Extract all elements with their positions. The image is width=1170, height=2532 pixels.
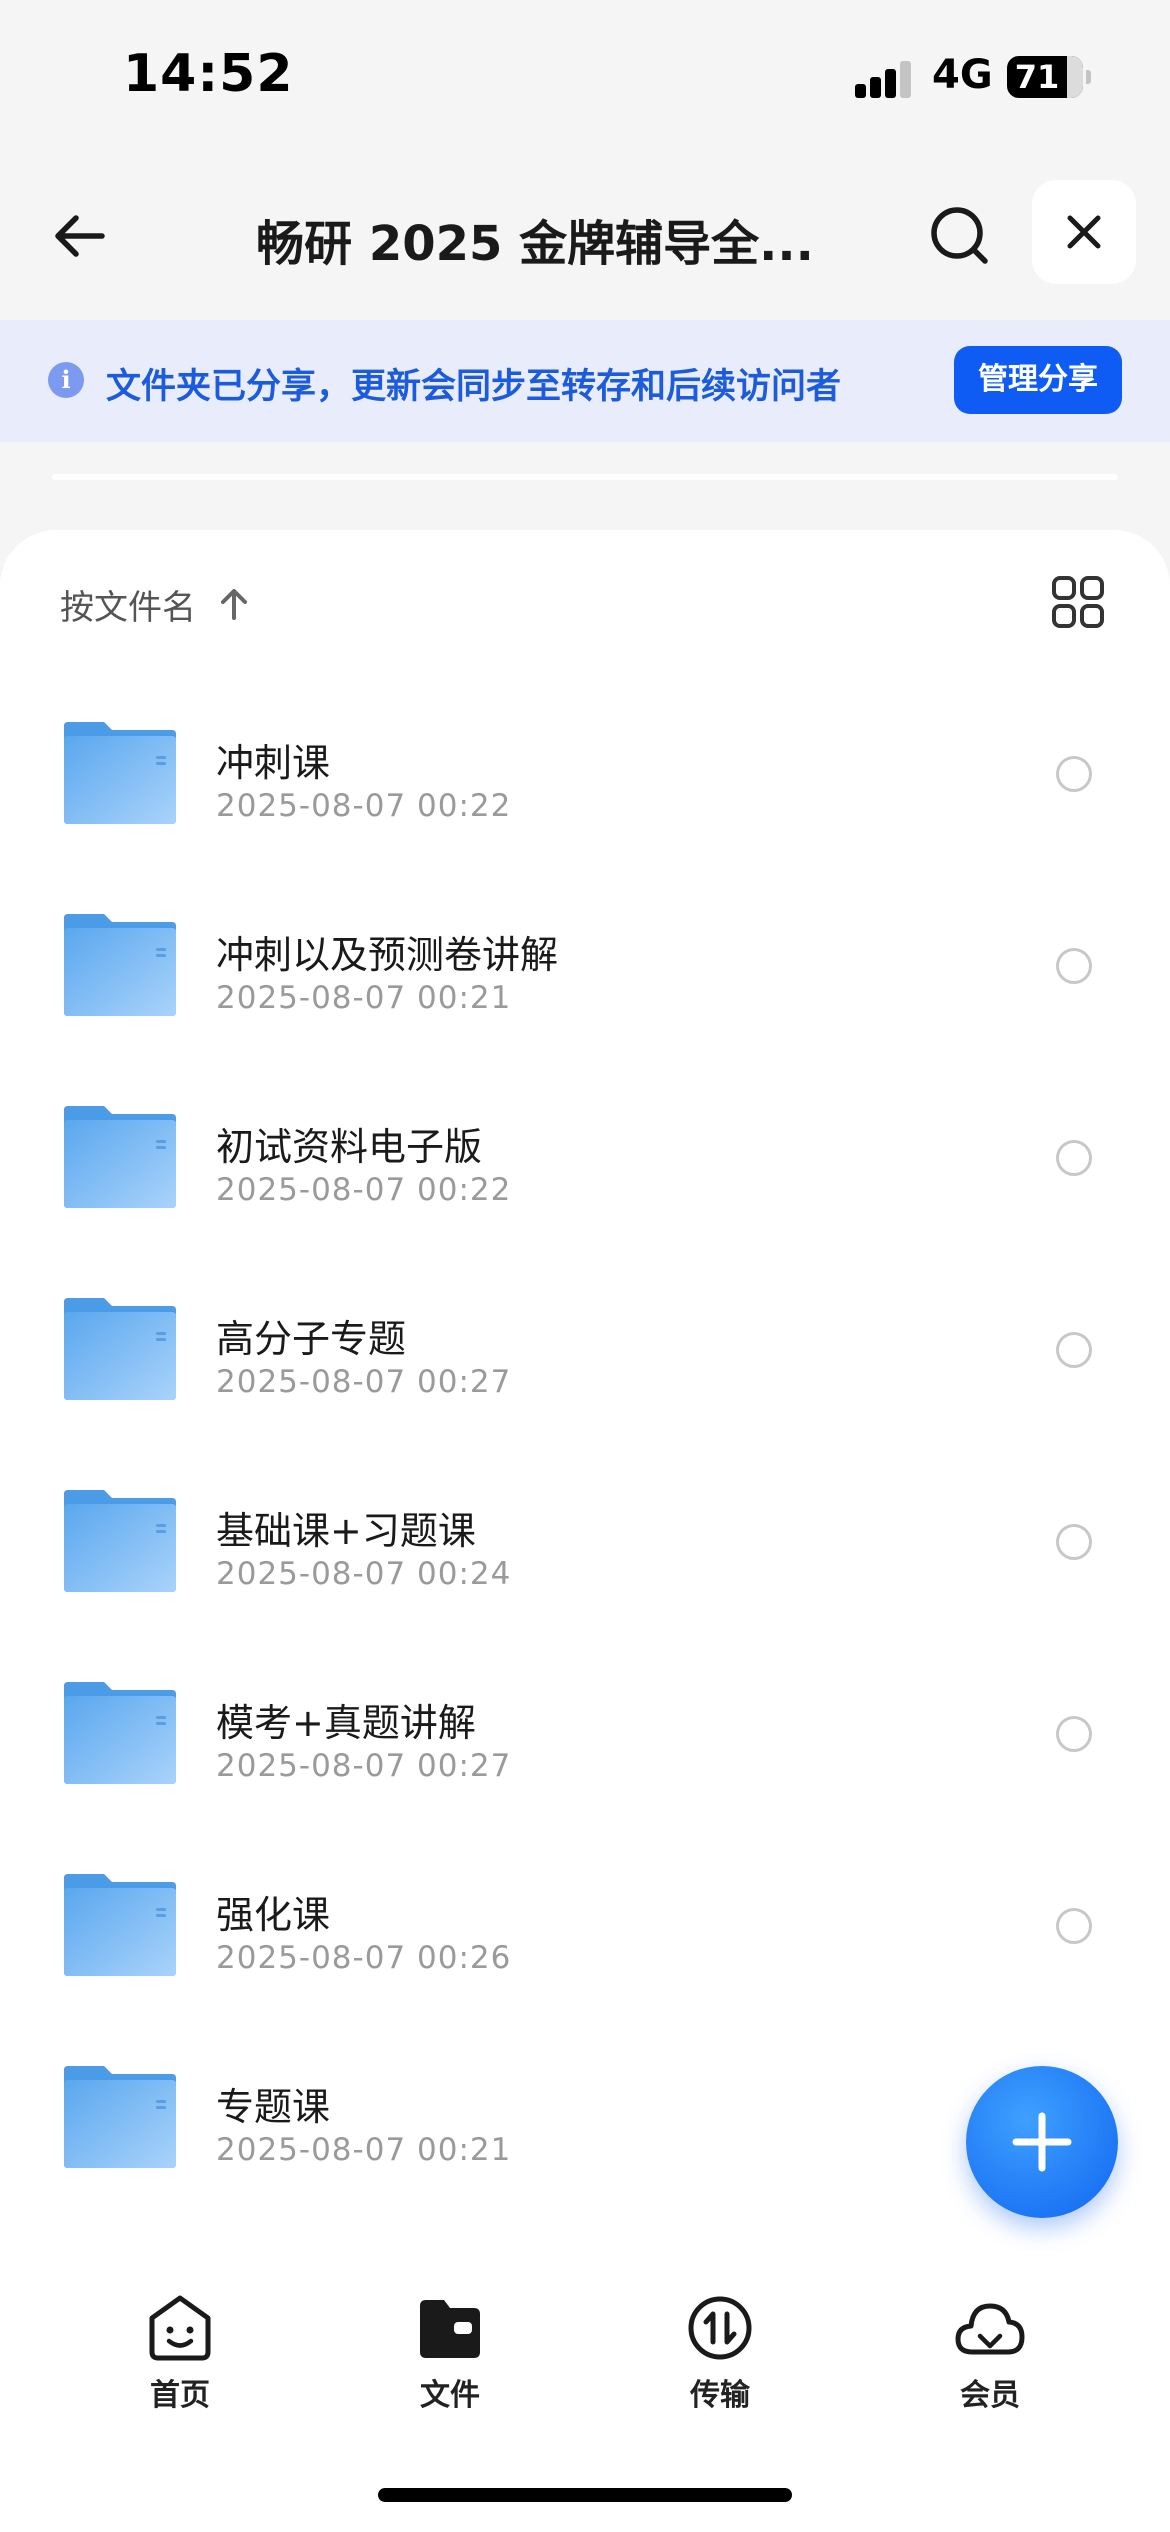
- plus-icon: [1012, 2112, 1072, 2172]
- tab-member[interactable]: 会员: [900, 2292, 1080, 2413]
- folder-icon: [64, 1682, 176, 1784]
- tab-transfer-label: 传输: [690, 2378, 750, 2413]
- file-date: 2025-08-07 00:26: [216, 1940, 512, 1976]
- file-row[interactable]: 高分子专题 2025-08-07 00:27: [0, 1256, 1170, 1448]
- tab-home[interactable]: 首页: [90, 2292, 270, 2413]
- folder-icon: [64, 914, 176, 1016]
- search-button[interactable]: [920, 196, 1000, 276]
- add-button[interactable]: [966, 2066, 1118, 2218]
- folder-icon: [64, 1298, 176, 1400]
- manage-share-button[interactable]: 管理分享: [954, 346, 1122, 414]
- folder-icon: [64, 1490, 176, 1592]
- select-checkbox[interactable]: [1056, 1908, 1092, 1944]
- info-icon: i: [48, 362, 84, 398]
- tab-transfer[interactable]: 传输: [630, 2292, 810, 2413]
- folder-icon: [64, 722, 176, 824]
- close-button[interactable]: [1032, 180, 1136, 284]
- file-date: 2025-08-07 00:24: [216, 1556, 512, 1592]
- battery-level: 71: [1014, 58, 1060, 96]
- select-checkbox[interactable]: [1056, 948, 1092, 984]
- tab-files[interactable]: 文件: [360, 2292, 540, 2413]
- signal-strength-icon: [855, 58, 915, 98]
- file-name: 强化课: [216, 1893, 331, 1937]
- share-notice-banner: i 文件夹已分享，更新会同步至转存和后续访问者 管理分享: [0, 320, 1170, 442]
- tab-files-label: 文件: [420, 2378, 480, 2413]
- file-row[interactable]: 模考+真题讲解 2025-08-07 00:27: [0, 1640, 1170, 1832]
- file-name: 初试资料电子版: [216, 1125, 483, 1169]
- file-name: 冲刺课: [216, 741, 331, 785]
- battery-cap: [1086, 70, 1091, 84]
- folder-icon: [64, 1874, 176, 1976]
- select-checkbox[interactable]: [1056, 756, 1092, 792]
- tab-home-label: 首页: [150, 2378, 210, 2413]
- file-date: 2025-08-07 00:22: [216, 1172, 512, 1208]
- arrow-left-icon: [55, 215, 105, 257]
- network-type: 4G: [932, 52, 993, 98]
- sort-label: 按文件名: [60, 587, 196, 628]
- file-date: 2025-08-07 00:21: [216, 980, 512, 1016]
- file-date: 2025-08-07 00:22: [216, 788, 512, 824]
- folder-icon: [64, 1106, 176, 1208]
- sort-control[interactable]: 按文件名: [60, 574, 256, 634]
- cloud-icon: [955, 2303, 1025, 2355]
- file-name: 专题课: [216, 2085, 331, 2129]
- page-title: 畅研 2025 金牌辅导全...: [256, 216, 814, 272]
- status-time: 14:52: [123, 44, 294, 104]
- arrow-up-icon: [216, 584, 256, 624]
- folder-icon: [420, 2300, 480, 2358]
- close-icon: [1067, 215, 1101, 249]
- back-button[interactable]: [40, 196, 120, 276]
- file-row[interactable]: 冲刺以及预测卷讲解 2025-08-07 00:21: [0, 872, 1170, 1064]
- home-smile-icon: [149, 2295, 211, 2361]
- file-name: 基础课+习题课: [216, 1509, 476, 1553]
- select-checkbox[interactable]: [1056, 1140, 1092, 1176]
- search-icon: [931, 207, 988, 264]
- file-date: 2025-08-07 00:27: [216, 1748, 512, 1784]
- file-row[interactable]: 冲刺课 2025-08-07 00:22: [0, 680, 1170, 872]
- home-indicator: [378, 2488, 792, 2502]
- file-name: 高分子专题: [216, 1317, 407, 1361]
- file-row[interactable]: 初试资料电子版 2025-08-07 00:22: [0, 1064, 1170, 1256]
- file-date: 2025-08-07 00:27: [216, 1364, 512, 1400]
- divider: [52, 474, 1118, 480]
- grid-view-icon: [1052, 576, 1104, 628]
- file-row[interactable]: 强化课 2025-08-07 00:26: [0, 1832, 1170, 2024]
- select-checkbox[interactable]: [1056, 1332, 1092, 1368]
- battery-icon: 71: [1007, 56, 1083, 98]
- file-name: 模考+真题讲解: [216, 1701, 476, 1745]
- transfer-icon: [688, 2296, 752, 2360]
- file-date: 2025-08-07 00:21: [216, 2132, 512, 2168]
- select-checkbox[interactable]: [1056, 1716, 1092, 1752]
- file-browser-screen: 14:52 4G 71 畅研 2025 金牌辅导全... i 文件夹已分享，更新…: [0, 0, 1170, 2532]
- file-row[interactable]: 基础课+习题课 2025-08-07 00:24: [0, 1448, 1170, 1640]
- status-bar: 14:52 4G 71: [0, 0, 1170, 150]
- file-list-panel: 按文件名 冲刺课 2025-08-07 00:22 冲刺以及预测卷讲解 2025-08…: [0, 530, 1170, 2290]
- file-name: 冲刺以及预测卷讲解: [216, 933, 559, 977]
- folder-icon: [64, 2066, 176, 2168]
- top-nav-bar: 畅研 2025 金牌辅导全...: [0, 160, 1170, 310]
- share-notice-text: 文件夹已分享，更新会同步至转存和后续访问者: [106, 367, 842, 407]
- grid-view-toggle[interactable]: [1050, 574, 1106, 630]
- tab-member-label: 会员: [960, 2378, 1020, 2413]
- select-checkbox[interactable]: [1056, 1524, 1092, 1560]
